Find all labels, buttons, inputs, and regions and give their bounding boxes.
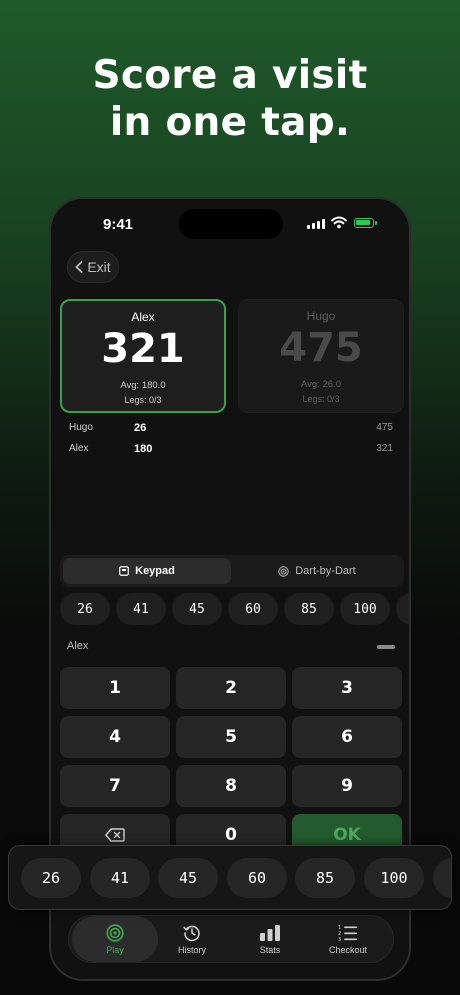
player-legs: Legs: 0/3 [302,394,340,404]
status-bar: 9:41 [51,199,409,249]
tab-play[interactable]: Play [72,916,158,962]
headline-line-1: Score a visit [92,53,368,98]
svg-text:3: 3 [338,937,341,942]
quick-score-chip[interactable]: 26 [21,858,81,898]
key-6[interactable]: 6 [292,716,402,758]
history-remaining: 321 [376,443,393,454]
tab-history-label: History [177,944,206,955]
key-1[interactable]: 1 [60,667,170,709]
headline-line-2: in one tap. [109,100,351,145]
quick-score-chip-partial[interactable] [433,858,451,898]
headline: Score a visit in one tap. [0,52,460,146]
tab-dart-by-dart-label: Dart-by-Dart [295,565,356,577]
keypad-icon [119,566,129,576]
input-mode-toggle: Keypad Dart-by-Dart [60,555,404,587]
quick-scores-row: 26 41 45 60 85 100 1 [60,593,409,625]
tab-history[interactable]: History [149,916,235,962]
tab-bar: Play History Stats 123 Checkout [68,915,394,963]
history-visit: 26 [134,422,147,434]
tab-stats[interactable]: Stats [227,916,313,962]
tab-play-label: Play [106,944,124,955]
numbered-list-icon: 123 [338,925,357,942]
key-4[interactable]: 4 [60,716,170,758]
player-average: Avg: 26.0 [301,379,341,390]
score-entry-placeholder [377,645,395,649]
target-icon [106,923,124,942]
quick-score-chip[interactable]: 60 [227,858,287,898]
history-player: Hugo [69,422,93,433]
player-legs: Legs: 0/3 [124,395,162,405]
history-icon [183,925,200,941]
player-average: Avg: 180.0 [120,380,166,391]
tab-keypad-label: Keypad [135,565,175,577]
key-8[interactable]: 8 [176,765,286,807]
key-2[interactable]: 2 [176,667,286,709]
history-player: Alex [69,443,89,454]
quick-score-chip[interactable]: 100 [340,593,390,625]
tab-checkout[interactable]: 123 Checkout [305,916,391,962]
tab-dart-by-dart[interactable]: Dart-by-Dart [233,558,401,584]
exit-button[interactable]: Exit [67,251,119,283]
backspace-icon [105,828,125,842]
player-card-inactive[interactable]: Hugo 475 Avg: 26.0 Legs: 0/3 [238,299,404,413]
quick-score-chip[interactable]: 26 [60,593,110,625]
quick-score-chip[interactable]: 85 [284,593,334,625]
quick-score-chip[interactable]: 60 [228,593,278,625]
player-name: Alex [131,310,155,324]
history-row: Alex 180 321 [69,443,393,459]
quick-score-chip[interactable]: 45 [172,593,222,625]
quick-scores-zoom-callout: 26 41 45 60 85 100 [8,845,452,910]
player-score: 321 [101,326,185,372]
bar-chart-icon [260,924,280,941]
current-player-label: Alex [67,640,89,652]
history-visit: 180 [134,443,153,455]
quick-score-chip[interactable]: 1 [396,593,409,625]
quick-score-chip[interactable]: 85 [295,858,355,898]
quick-score-chip[interactable]: 100 [364,858,424,898]
key-5[interactable]: 5 [176,716,286,758]
history-remaining: 475 [376,422,393,433]
history-row: Hugo 26 475 [69,422,393,438]
cellular-signal-icon [307,219,325,229]
dynamic-island [179,209,283,239]
player-name: Hugo [306,309,336,323]
player-card-active[interactable]: Alex 321 Avg: 180.0 Legs: 0/3 [60,299,226,413]
player-score: 475 [279,325,363,371]
status-time: 9:41 [103,216,134,233]
key-9[interactable]: 9 [292,765,402,807]
chevron-left-icon [75,261,83,273]
wifi-icon [331,216,347,229]
target-icon [278,565,289,577]
quick-score-chip[interactable]: 41 [90,858,150,898]
tab-checkout-label: Checkout [328,944,368,955]
tab-keypad[interactable]: Keypad [63,558,231,584]
key-7[interactable]: 7 [60,765,170,807]
key-3[interactable]: 3 [292,667,402,709]
battery-icon [354,218,377,228]
tab-stats-label: Stats [259,944,281,955]
quick-score-chip[interactable]: 45 [158,858,218,898]
quick-score-chip[interactable]: 41 [116,593,166,625]
exit-label: Exit [87,259,111,275]
